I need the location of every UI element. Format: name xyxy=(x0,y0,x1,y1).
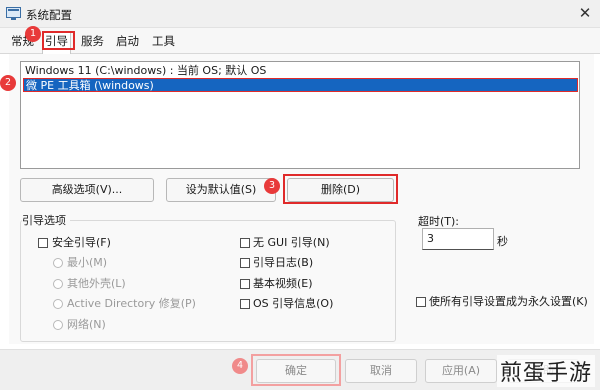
os-list-item[interactable]: Windows 11 (C:\windows) : 当前 OS; 默认 OS xyxy=(23,64,578,78)
boot-options-label: 引导选项 xyxy=(22,212,70,228)
alternate-shell-radio[interactable] xyxy=(53,279,63,289)
safe-boot-label: 安全引导(F) xyxy=(52,236,111,249)
base-video-checkbox[interactable] xyxy=(240,279,250,289)
make-permanent-label: 使所有引导设置成为永久设置(K) xyxy=(429,295,588,308)
boot-log-checkbox[interactable] xyxy=(240,258,250,268)
system-config-app-icon xyxy=(6,7,21,20)
make-permanent-checkbox[interactable] xyxy=(416,297,426,307)
step-badge-3: 3 xyxy=(264,178,280,194)
tab-tools[interactable]: 工具 xyxy=(152,34,175,48)
highlight-box-tab xyxy=(42,31,75,50)
boot-log-label: 引导日志(B) xyxy=(253,256,314,269)
step-badge-4: 4 xyxy=(232,358,248,374)
minimal-radio[interactable] xyxy=(53,258,63,268)
title-bar xyxy=(0,0,600,28)
os-list[interactable]: Windows 11 (C:\windows) : 当前 OS; 默认 OS 微… xyxy=(20,61,580,169)
highlight-box-ok xyxy=(251,354,341,386)
watermark-text: 煎蛋手游 xyxy=(497,355,596,387)
safe-boot-checkbox[interactable] xyxy=(38,238,48,248)
cancel-button[interactable]: 取消 xyxy=(345,359,417,383)
step-badge-1: 1 xyxy=(25,26,41,42)
base-video-label: 基本视频(E) xyxy=(253,277,313,290)
os-boot-info-checkbox[interactable] xyxy=(240,299,250,309)
step-badge-2: 2 xyxy=(0,75,16,91)
alternate-shell-label: 其他外壳(L) xyxy=(67,277,126,290)
timeout-label: 超时(T): xyxy=(418,215,460,228)
window-title: 系统配置 xyxy=(26,8,72,22)
timeout-input[interactable]: 3 xyxy=(422,228,494,250)
apply-button[interactable]: 应用(A) xyxy=(425,359,497,383)
highlight-box-delete xyxy=(283,174,398,204)
os-list-item-selected[interactable]: 微 PE 工具箱 (\windows) xyxy=(23,78,578,92)
tab-services[interactable]: 服务 xyxy=(81,34,104,48)
minimal-label: 最小(M) xyxy=(67,256,108,269)
advanced-options-button[interactable]: 高级选项(V)... xyxy=(20,178,154,202)
close-icon[interactable]: ✕ xyxy=(574,3,596,23)
timeout-unit: 秒 xyxy=(497,235,508,248)
active-directory-label: Active Directory 修复(P) xyxy=(67,297,196,310)
active-directory-radio[interactable] xyxy=(53,299,63,309)
no-gui-boot-checkbox[interactable] xyxy=(240,238,250,248)
os-boot-info-label: OS 引导信息(O) xyxy=(253,297,334,310)
set-default-button[interactable]: 设为默认值(S) xyxy=(166,178,276,202)
tab-startup[interactable]: 启动 xyxy=(116,34,139,48)
no-gui-boot-label: 无 GUI 引导(N) xyxy=(253,236,330,249)
network-radio[interactable] xyxy=(53,320,63,330)
network-label: 网络(N) xyxy=(67,318,106,331)
